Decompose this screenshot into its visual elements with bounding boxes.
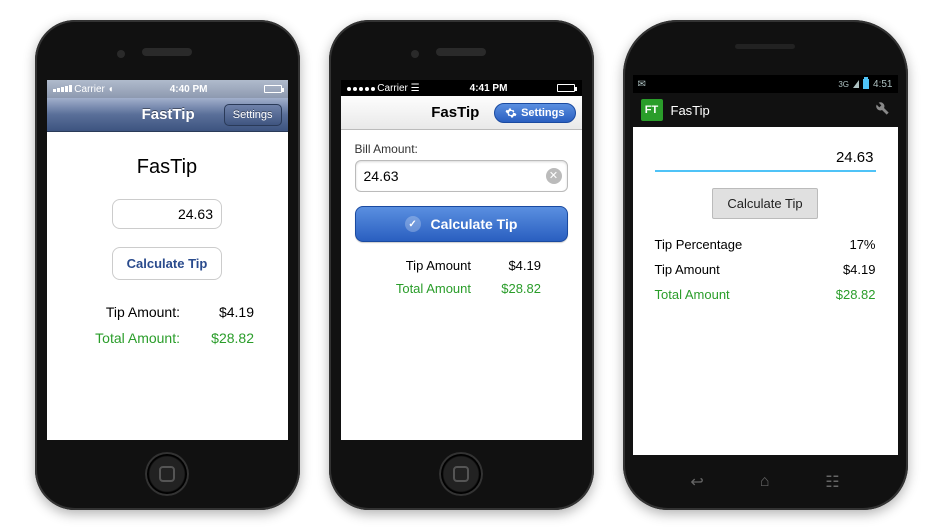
battery-icon [863,79,869,89]
total-value: $28.82 [836,287,876,302]
bill-input-wrap: ✕ [355,160,568,192]
content: FasTip Calculate Tip Tip Amount: $4.19 T… [47,132,288,374]
bill-amount-input[interactable] [355,160,568,192]
carrier-label: Carrier [74,84,105,95]
nav-title: FasTip [417,104,495,121]
total-row: Total Amount $28.82 [655,287,876,302]
tip-row: Tip Amount: $4.19 [65,304,270,320]
status-left: Carrier ◖ [53,84,114,95]
speaker [735,44,795,49]
app-title: FasTip [671,103,710,118]
recent-icon[interactable]: ☷ [825,472,839,492]
signal-icon [853,80,859,88]
nav-bar: FastTip Settings [47,98,288,132]
tip-value: $4.19 [491,258,541,273]
status-time: 4:51 [873,79,892,90]
signal-icon [53,85,72,92]
hardware-nav: ↩ ⌂ ☷ [623,472,908,492]
action-bar: FT FasTip [633,93,898,127]
tip-row: Tip Amount $4.19 [655,262,876,277]
total-value: $28.82 [491,281,541,296]
screen-ios6: Carrier ◖ 4:40 PM FastTip Settings FasTi… [47,80,288,440]
nav-title: FastTip [113,106,224,123]
tip-label: Tip Amount: [80,304,180,320]
settings-label: Settings [521,107,564,119]
total-row: Total Amount: $28.82 [65,330,270,346]
total-label: Total Amount [381,281,471,296]
bill-amount-input[interactable] [655,145,876,172]
pct-row: Tip Percentage 17% [655,237,876,252]
signal-icon [347,87,375,91]
pct-label: Tip Percentage [655,237,743,252]
status-right: 3G 4:51 [838,79,892,90]
status-time: 4:41 PM [470,83,508,94]
clear-icon[interactable]: ✕ [546,168,562,184]
status-right [264,84,282,95]
screen-android: ✉ 3G 4:51 FT FasTip Calculate Tip Tip [633,75,898,455]
back-icon[interactable]: ↩ [690,472,703,492]
status-bar: Carrier ☰ 4:41 PM [341,80,582,96]
content: Bill Amount: ✕ ✓ Calculate Tip Tip Amoun… [341,130,582,316]
nav-bar: FasTip Settings [341,96,582,130]
speaker [142,48,192,56]
gear-icon [505,107,517,119]
status-right [557,83,575,94]
screen-ios7: Carrier ☰ 4:41 PM FasTip Settings Bill A… [341,80,582,440]
bill-amount-input[interactable] [112,199,222,229]
network-label: 3G [838,80,849,89]
front-camera [411,50,419,58]
pct-value: 17% [849,237,875,252]
check-icon: ✓ [405,216,421,232]
battery-icon [264,85,282,93]
status-bar: Carrier ◖ 4:40 PM [47,80,288,98]
device-iphone-ios6: Carrier ◖ 4:40 PM FastTip Settings FasTi… [35,20,300,510]
calculate-button[interactable]: ✓ Calculate Tip [355,206,568,242]
status-left: Carrier ☰ [347,83,420,94]
wrench-icon[interactable] [874,100,890,121]
tip-row: Tip Amount $4.19 [355,258,568,273]
total-row: Total Amount $28.82 [355,281,568,296]
battery-icon [557,84,575,92]
status-time: 4:40 PM [114,84,264,95]
tip-value: $4.19 [204,304,254,320]
front-camera [117,50,125,58]
carrier-label: Carrier [377,83,408,94]
app-logo: FT [641,99,663,121]
device-iphone-ios7: Carrier ☰ 4:41 PM FasTip Settings Bill A… [329,20,594,510]
bill-field-label: Bill Amount: [355,142,568,156]
wifi-icon: ☰ [411,83,420,94]
home-button[interactable] [439,452,483,496]
device-android: ✉ 3G 4:51 FT FasTip Calculate Tip Tip [623,20,908,510]
content: Calculate Tip Tip Percentage 17% Tip Amo… [633,127,898,330]
tip-value: $4.19 [843,262,876,277]
app-heading: FasTip [65,156,270,179]
tip-label: Tip Amount [381,258,471,273]
result-rows: Tip Amount $4.19 Total Amount $28.82 [355,258,568,296]
total-label: Total Amount [655,287,730,302]
notification-icon: ✉ [638,79,646,90]
status-bar: ✉ 3G 4:51 [633,75,898,93]
tip-label: Tip Amount [655,262,720,277]
settings-button[interactable]: Settings [494,103,575,123]
calculate-label: Calculate Tip [431,216,518,232]
total-value: $28.82 [204,330,254,346]
result-rows: Tip Amount: $4.19 Total Amount: $28.82 [65,304,270,346]
total-label: Total Amount: [80,330,180,346]
speaker [436,48,486,56]
calculate-button[interactable]: Calculate Tip [112,247,223,280]
result-rows: Tip Percentage 17% Tip Amount $4.19 Tota… [655,237,876,302]
settings-button[interactable]: Settings [224,104,282,126]
home-icon[interactable]: ⌂ [760,473,770,491]
calculate-button[interactable]: Calculate Tip [712,188,817,219]
home-button[interactable] [145,452,189,496]
